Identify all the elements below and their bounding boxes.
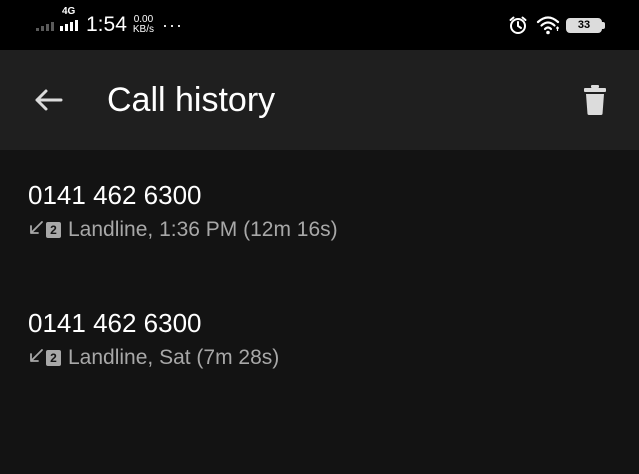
page-title: Call history bbox=[107, 81, 276, 119]
back-button[interactable] bbox=[28, 82, 68, 122]
call-history-item[interactable]: 0141 462 6300 2 Landline, 1:36 PM (12m 1… bbox=[0, 150, 639, 260]
incoming-call-icon bbox=[28, 220, 44, 241]
call-number: 0141 462 6300 bbox=[28, 308, 202, 338]
wifi-icon bbox=[536, 15, 560, 35]
status-bar-left: 4G 1:54 0.00 KB/s ··· bbox=[36, 6, 183, 40]
delete-history-button[interactable] bbox=[577, 82, 613, 122]
network-speed-unit: KB/s bbox=[132, 24, 154, 35]
incoming-call-icon bbox=[28, 348, 44, 369]
call-detail: 2 Landline, 1:36 PM (12m 16s) bbox=[28, 218, 338, 242]
status-bar-right: 33 bbox=[508, 13, 605, 37]
signal-icon-sim1 bbox=[36, 19, 56, 31]
signal-icon-sim2: 4G bbox=[60, 6, 84, 31]
call-detail-text: Landline, Sat (7m 28s) bbox=[68, 346, 280, 369]
arrow-left-icon bbox=[33, 88, 63, 117]
battery-icon: 33 bbox=[566, 17, 605, 33]
alarm-icon bbox=[508, 15, 528, 35]
call-detail-text: Landline, 1:36 PM (12m 16s) bbox=[68, 218, 338, 241]
status-bar: 4G 1:54 0.00 KB/s ··· 33 bbox=[0, 0, 639, 50]
call-history-item[interactable]: 0141 462 6300 2 Landline, Sat (7m 28s) bbox=[0, 278, 639, 388]
more-notifications-icon: ··· bbox=[162, 14, 183, 35]
battery-level: 33 bbox=[577, 19, 591, 31]
trash-icon bbox=[583, 84, 607, 121]
call-detail: 2 Landline, Sat (7m 28s) bbox=[28, 346, 279, 370]
status-time: 1:54 bbox=[86, 13, 127, 36]
app-bar: Call history bbox=[0, 50, 639, 150]
network-speed: 0.00 KB/s bbox=[133, 15, 154, 35]
network-type-label: 4G bbox=[62, 6, 76, 17]
call-number: 0141 462 6300 bbox=[28, 180, 202, 210]
sim-2-icon: 2 bbox=[46, 222, 61, 238]
sim-2-icon: 2 bbox=[46, 350, 61, 366]
